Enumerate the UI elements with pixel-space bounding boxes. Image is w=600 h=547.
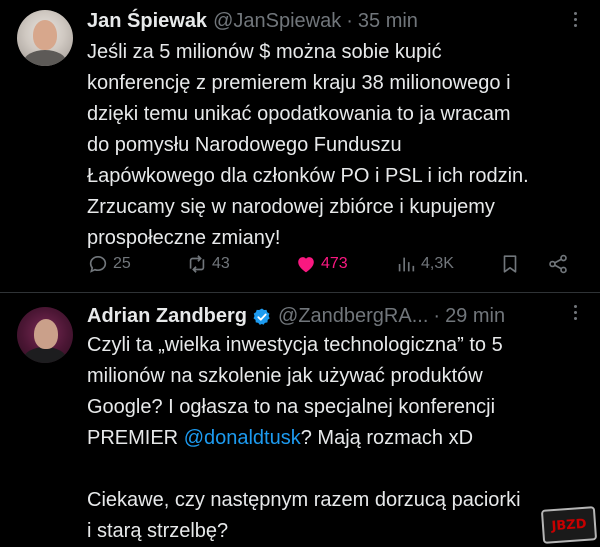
separator: · [346, 9, 353, 32]
bookmark-button[interactable] [499, 253, 521, 275]
author-name[interactable]: Jan Śpiewak [87, 10, 207, 33]
like-icon [298, 257, 314, 273]
bookmark-icon [503, 255, 517, 273]
tweet[interactable]: Jan Śpiewak @JanSpiewak · 35 min Jeśli z… [0, 0, 600, 292]
views-button[interactable]: 4,3K [395, 253, 454, 275]
tweet-text: Jeśli za 5 milionów $ można sobie kupić … [87, 41, 529, 249]
reply-icon [89, 256, 107, 273]
separator: · [433, 304, 441, 327]
author-name[interactable]: Adrian Zandberg [87, 305, 247, 328]
tweet-actions: 25 43 473 4,3K [87, 253, 577, 279]
repost-button[interactable]: 43 [186, 253, 230, 275]
more-icon[interactable] [574, 12, 578, 30]
avatar[interactable] [17, 307, 73, 363]
mention-link[interactable]: @donaldtusk [184, 427, 301, 449]
like-button[interactable]: 473 [295, 253, 348, 275]
share-icon [549, 254, 567, 274]
avatar-face [34, 319, 58, 349]
tweet[interactable]: Adrian Zandberg @ZandbergRA... · 29 min … [0, 293, 600, 547]
views-icon [398, 257, 415, 272]
avatar-shoulders [23, 347, 67, 363]
tweet-time[interactable]: 35 min [358, 10, 418, 33]
repost-icon [189, 255, 205, 273]
avatar-shoulders [23, 50, 67, 66]
reply-count: 25 [113, 255, 131, 272]
tweet-text: Czyli ta „wielka inwestycja technologicz… [87, 330, 587, 547]
watermark-logo: JBZD [540, 506, 598, 544]
avatar-face [33, 20, 57, 50]
more-icon[interactable] [574, 305, 578, 323]
repost-count: 43 [212, 255, 230, 272]
view-count: 4,3K [421, 255, 454, 272]
tweet-header: Adrian Zandberg @ZandbergRA... · 29 min [87, 303, 590, 329]
author-handle[interactable]: @JanSpiewak [213, 10, 341, 33]
author-handle[interactable]: @ZandbergRA... [278, 305, 428, 328]
reply-button[interactable]: 25 [87, 253, 131, 275]
tweet-time[interactable]: 29 min [445, 305, 505, 328]
share-button[interactable] [547, 253, 569, 275]
verified-icon[interactable] [252, 307, 272, 327]
tweet-header: Jan Śpiewak @JanSpiewak · 35 min [87, 8, 590, 34]
avatar[interactable] [17, 10, 73, 66]
like-count: 473 [321, 255, 348, 272]
